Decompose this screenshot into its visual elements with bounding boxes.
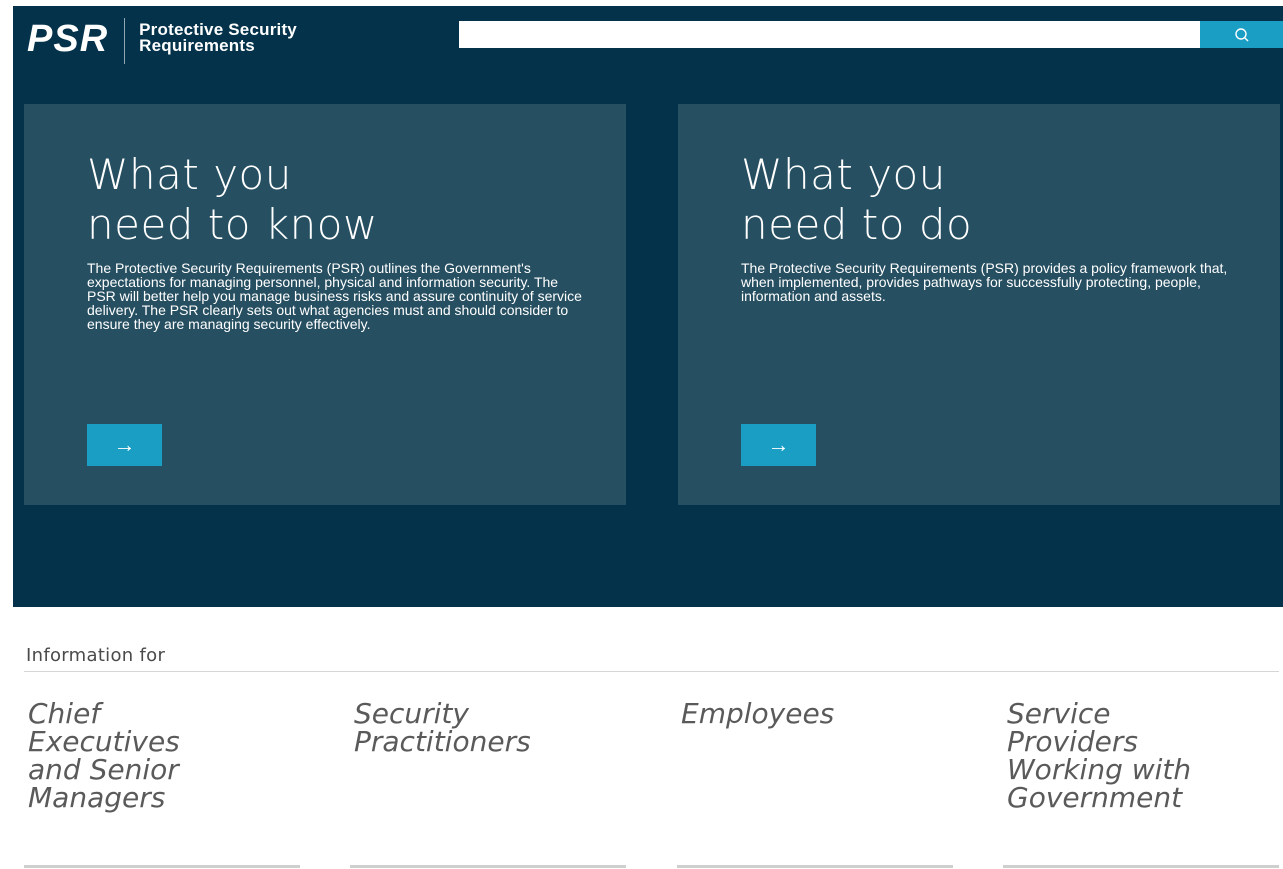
label-line: and Senior [28, 753, 179, 786]
hero-banner: PSR Protective Security Requirements Wha… [13, 6, 1283, 607]
card-title-line2: need to know [87, 200, 378, 249]
do-arrow-button[interactable]: → [741, 424, 816, 466]
card-title-line1: What you [741, 150, 946, 199]
search-input[interactable] [459, 21, 1200, 48]
know-arrow-button[interactable]: → [87, 424, 162, 466]
audience-label: Employees [677, 700, 953, 728]
arrow-right-icon: → [113, 432, 136, 457]
psr-logo[interactable]: PSR Protective Security Requirements [27, 18, 297, 64]
label-line: Executives [28, 725, 180, 758]
audience-service-providers[interactable]: Service Providers Working with Governmen… [1003, 700, 1279, 869]
label-line: Employees [681, 697, 835, 730]
label-line: Chief [28, 697, 101, 730]
card-title: What you need to know [87, 150, 587, 250]
card-description: The Protective Security Requirements (PS… [741, 260, 1228, 304]
audience-security-practitioners[interactable]: Security Practitioners [350, 700, 626, 869]
card-title-line1: What you [87, 150, 292, 199]
logo-mark: PSR [27, 18, 109, 60]
audience-underline [1003, 865, 1279, 868]
logo-title-line2: Requirements [139, 36, 255, 55]
card-title-line2: need to do [741, 200, 973, 249]
audience-employees[interactable]: Employees [677, 700, 953, 869]
information-for-heading: Information for [26, 645, 166, 666]
logo-title: Protective Security Requirements [139, 21, 297, 55]
audience-label: Service Providers Working with Governmen… [1003, 700, 1279, 812]
label-line: Working with [1007, 753, 1192, 786]
card-what-you-need-to-do: What you need to do The Protective Secur… [678, 104, 1280, 505]
divider [24, 671, 1279, 672]
card-description: The Protective Security Requirements (PS… [87, 260, 582, 332]
card-what-you-need-to-know: What you need to know The Protective Sec… [24, 104, 626, 505]
label-line: Practitioners [354, 725, 531, 758]
search-button[interactable] [1200, 21, 1283, 48]
card-title: What you need to do [741, 150, 1241, 250]
arrow-right-icon: → [767, 432, 790, 457]
audience-underline [24, 865, 300, 868]
search-icon [1235, 27, 1249, 41]
label-line: Managers [28, 781, 166, 814]
label-line: Service [1007, 697, 1111, 730]
audience-underline [350, 865, 626, 868]
audience-underline [677, 865, 953, 868]
audience-label: Security Practitioners [350, 700, 626, 756]
audience-chief-executives[interactable]: Chief Executives and Senior Managers [24, 700, 300, 869]
label-line: Providers [1007, 725, 1138, 758]
label-line: Government [1007, 781, 1183, 814]
label-line: Security [354, 697, 469, 730]
logo-divider [124, 18, 126, 64]
search-bar [459, 21, 1283, 48]
audience-label: Chief Executives and Senior Managers [24, 700, 300, 812]
